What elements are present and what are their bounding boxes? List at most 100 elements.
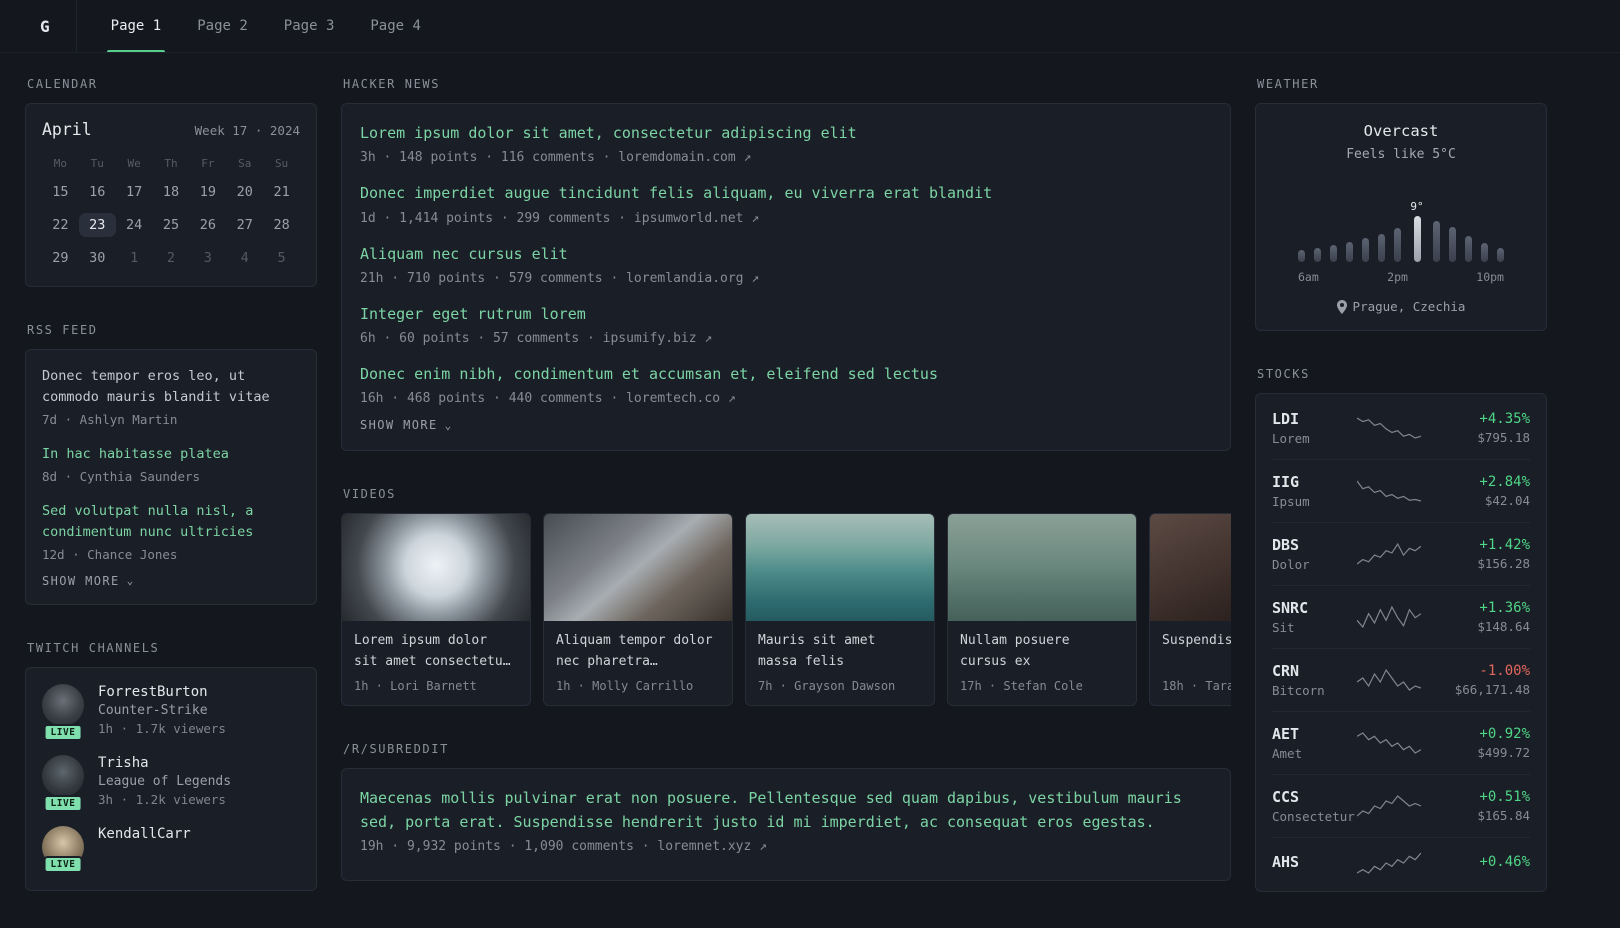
stock-name: Lorem xyxy=(1272,431,1310,446)
left-column: Calendar April Week 17 · 2024 Mo Tu We T… xyxy=(25,77,317,927)
hn-item-meta: 1d · 1,414 points · 299 comments · ipsum… xyxy=(360,210,760,226)
hn-item-title[interactable]: Donec imperdiet augue tincidunt felis al… xyxy=(360,182,1212,205)
stock-change: +2.84% xyxy=(1479,474,1530,490)
stock-id: CRN Bitcorn xyxy=(1272,662,1348,698)
hn-show-more-button[interactable]: SHOW MORE ⌄ xyxy=(360,414,453,432)
stock-sparkline xyxy=(1348,731,1430,755)
live-badge: LIVE xyxy=(43,723,83,741)
twitch-channel[interactable]: LIVE ForrestBurton Counter-Strike 1h · 1… xyxy=(42,683,300,741)
stock-name: Amet xyxy=(1272,746,1303,761)
calendar-heading: Calendar xyxy=(27,77,98,91)
topbar: G Page 1 Page 2 Page 3 Page 4 xyxy=(0,0,1620,53)
hn-item-title[interactable]: Aliquam nec cursus elit xyxy=(360,243,1212,266)
stock-sparkline xyxy=(1348,605,1430,629)
show-more-label: SHOW MORE xyxy=(360,418,438,433)
stock-ticker: LDI xyxy=(1272,410,1300,428)
stock-row[interactable]: LDI Lorem +4.35% $795.18 xyxy=(1272,397,1530,459)
stock-values: +1.36% $148.64 xyxy=(1430,600,1530,634)
twitch-channel[interactable]: LIVE KendallCarr xyxy=(42,825,300,873)
video-card[interactable]: Suspendisse diam 18h · Tara xyxy=(1149,513,1231,707)
stock-row[interactable]: AHS +0.46% xyxy=(1272,837,1530,888)
page-tab[interactable]: Page 4 xyxy=(356,0,435,52)
stock-row[interactable]: SNRC Sit +1.36% $148.64 xyxy=(1272,585,1530,648)
avatar: LIVE xyxy=(42,683,84,741)
stock-change: +4.35% xyxy=(1479,411,1530,427)
video-title: Mauris sit amet massa felis xyxy=(758,633,876,670)
hn-item-meta: 3h · 148 points · 116 comments · loremdo… xyxy=(360,150,752,166)
hacker-news-section: Hacker News Lorem ipsum dolor sit amet, … xyxy=(341,77,1231,452)
stock-row[interactable]: CCS Consectetur +0.51% $165.84 xyxy=(1272,774,1530,837)
rss-item-meta: 7d · Ashlyn Martin xyxy=(42,411,178,427)
weather-bar xyxy=(1330,245,1338,262)
stock-change: +1.42% xyxy=(1479,537,1530,553)
stock-price: $66,171.48 xyxy=(1454,682,1530,697)
stock-price: $42.04 xyxy=(1484,493,1530,508)
calendar-weekday-row: Mo Tu We Th Fr Sa Su xyxy=(42,157,300,170)
stock-sparkline xyxy=(1348,668,1430,692)
twitch-channel[interactable]: LIVE Trisha League of Legends 3h · 1.2k … xyxy=(42,754,300,812)
page-tab[interactable]: Page 2 xyxy=(183,0,262,52)
weather-heading: Weather xyxy=(1257,77,1319,91)
stock-ticker: DBS xyxy=(1272,536,1300,554)
video-card[interactable]: Nullam posuere cursus ex 17h · Stefan Co… xyxy=(947,513,1137,707)
video-card[interactable]: Mauris sit amet massa felis 7h · Grayson… xyxy=(745,513,935,707)
calendar-day: 5 xyxy=(277,250,286,266)
weather-location: Prague, Czechia xyxy=(1272,299,1530,314)
page-tab[interactable]: Page 3 xyxy=(270,0,349,52)
video-card[interactable]: Lorem ipsum dolor sit amet consectetu… 1… xyxy=(341,513,531,707)
page-tab[interactable]: Page 1 xyxy=(97,0,176,52)
rss-widget: Donec tempor eros leo, ut commodo mauris… xyxy=(25,349,317,605)
rss-show-more-button[interactable]: SHOW MORE ⌄ xyxy=(42,570,135,588)
stock-ticker: CCS xyxy=(1272,788,1300,806)
calendar-day: 3 xyxy=(203,250,212,266)
weather-condition: Overcast xyxy=(1363,122,1439,140)
hn-item-title[interactable]: Donec enim nibh, condimentum et accumsan… xyxy=(360,363,1212,386)
avatar: LIVE xyxy=(42,754,84,812)
stock-name: Bitcorn xyxy=(1272,683,1325,698)
stock-ticker: SNRC xyxy=(1272,599,1309,617)
hn-item-title[interactable]: Lorem ipsum dolor sit amet, consectetur … xyxy=(360,122,1212,145)
weekday-label: Th xyxy=(164,157,178,170)
video-thumbnail xyxy=(544,514,732,622)
rss-item-title[interactable]: Sed volutpat nulla nisl, a condimentum n… xyxy=(42,501,300,543)
stock-values: +1.42% $156.28 xyxy=(1430,537,1530,571)
stock-sparkline xyxy=(1348,794,1430,818)
stock-row[interactable]: IIG Ipsum +2.84% $42.04 xyxy=(1272,459,1530,522)
stock-values: +0.51% $165.84 xyxy=(1430,789,1530,823)
video-meta: 7h · Grayson Dawson xyxy=(758,679,896,694)
video-title: Nullam posuere cursus ex xyxy=(960,633,1070,670)
hn-item-title[interactable]: Integer eget rutrum lorem xyxy=(360,303,1212,326)
channel-name: Trisha xyxy=(98,754,149,771)
calendar-day: 2 xyxy=(166,250,176,266)
app-logo[interactable]: G xyxy=(28,0,77,52)
video-list: Lorem ipsum dolor sit amet consectetu… 1… xyxy=(341,513,1231,707)
stock-ticker: AET xyxy=(1272,725,1300,743)
weather-bar xyxy=(1362,238,1370,262)
hn-item: Donec enim nibh, condimentum et accumsan… xyxy=(360,363,1212,406)
weather-bar-column xyxy=(1464,176,1472,262)
stock-name: Ipsum xyxy=(1272,494,1310,509)
channel-category: League of Legends xyxy=(98,773,232,789)
stock-price: $165.84 xyxy=(1477,808,1530,823)
stock-id: DBS Dolor xyxy=(1272,536,1348,572)
calendar-day: 25 xyxy=(162,217,180,233)
hn-item: Aliquam nec cursus elit 21h · 710 points… xyxy=(360,243,1212,286)
stock-id: AET Amet xyxy=(1272,725,1348,761)
subreddit-widget: Maecenas mollis pulvinar erat non posuer… xyxy=(341,768,1231,881)
weather-bar-column xyxy=(1496,176,1504,262)
stock-row[interactable]: CRN Bitcorn -1.00% $66,171.48 xyxy=(1272,648,1530,711)
twitch-heading: Twitch channels xyxy=(27,640,160,655)
weather-widget: Overcast Feels like 5°C 9° 6am 2pm 10pm … xyxy=(1255,103,1547,331)
stock-row[interactable]: AET Amet +0.92% $499.72 xyxy=(1272,711,1530,774)
calendar-header: April Week 17 · 2024 xyxy=(42,120,300,139)
weather-bar-column xyxy=(1432,176,1440,262)
reddit-post-title[interactable]: Maecenas mollis pulvinar erat non posuer… xyxy=(360,787,1212,834)
video-thumbnail xyxy=(948,514,1136,622)
weather-bar-column xyxy=(1346,176,1354,262)
video-card[interactable]: Aliquam tempor dolor nec pharetra… 1h · … xyxy=(543,513,733,707)
weekday-label: Fr xyxy=(201,157,215,170)
rss-item-title[interactable]: In hac habitasse platea xyxy=(42,444,300,465)
rss-item-title[interactable]: Donec tempor eros leo, ut commodo mauris… xyxy=(42,366,300,408)
weather-bar-column xyxy=(1330,176,1338,262)
stock-row[interactable]: DBS Dolor +1.42% $156.28 xyxy=(1272,522,1530,585)
